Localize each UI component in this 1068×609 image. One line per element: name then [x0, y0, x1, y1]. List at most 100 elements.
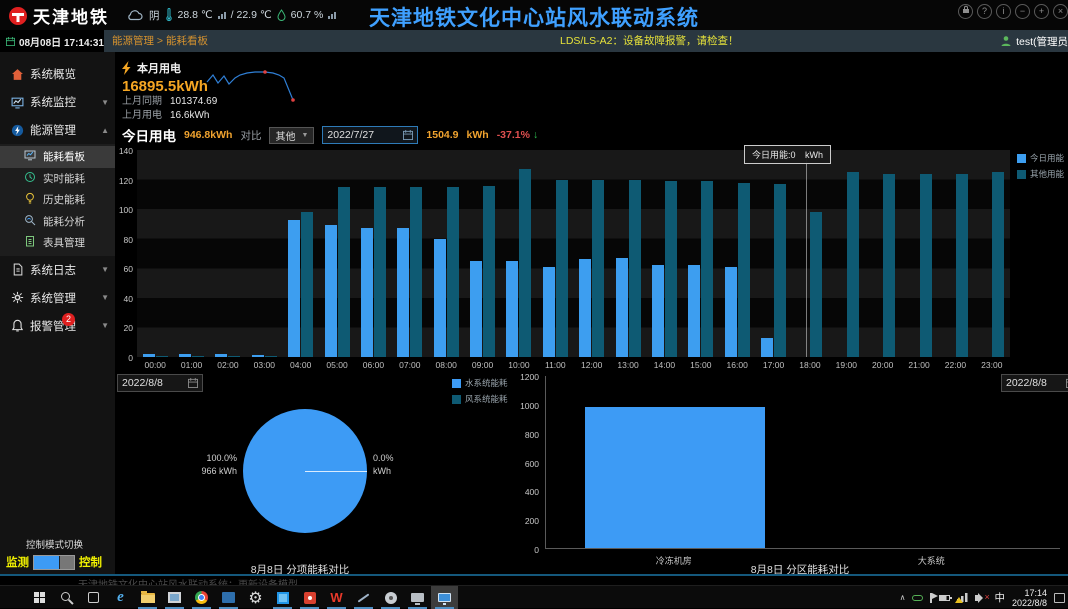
flag-tray-icon[interactable] [930, 593, 932, 603]
breadcrumb[interactable]: 能源管理 > 能耗看板 [112, 30, 208, 52]
compare-usage-unit: kWh [467, 129, 489, 141]
sidebar-item-报警管理[interactable]: 报警管理2▼ [0, 312, 115, 340]
tray-expand-icon[interactable]: ∧ [900, 593, 906, 602]
cloud-icon [126, 9, 144, 21]
sidebar-subitem-实时能耗[interactable]: 实时能耗 [0, 168, 115, 190]
home-icon [10, 68, 24, 81]
compare-date-input[interactable]: 2022/7/27 [322, 126, 418, 144]
sidebar-item-系统概览[interactable]: 系统概览 [0, 60, 115, 88]
bar-group-02:00[interactable] [210, 150, 246, 357]
close-icon[interactable]: × [1053, 4, 1068, 19]
bar-group-16:00[interactable] [719, 150, 755, 357]
bar-今日用能 [252, 355, 264, 357]
alarm-icon [10, 319, 24, 332]
sidebar-item-系统监控[interactable]: 系统监控▼ [0, 88, 115, 116]
today-chart-header: 今日用电 946.8kWh 对比 其他 ▼ 2022/7/27 1504.9 k… [122, 125, 538, 145]
maximize-icon[interactable]: + [1034, 4, 1049, 19]
draw-app-icon[interactable] [350, 586, 377, 609]
ime-indicator[interactable]: 中 [994, 590, 1005, 605]
device-alert[interactable]: LDS/LS-A2：设备故障报警，请检查！ [560, 30, 739, 52]
bar-group-21:00[interactable] [901, 150, 937, 357]
meter-icon [24, 235, 36, 250]
taskbar-clock[interactable]: 17:14 2022/8/8 [1012, 588, 1047, 608]
bar-其他用能 [228, 356, 240, 357]
bar-group-18:00[interactable] [792, 150, 828, 357]
legend-item-水系统能耗[interactable]: 水系统能耗 [452, 377, 508, 389]
minimize-icon[interactable]: − [1015, 4, 1030, 19]
bar-group-07:00[interactable] [392, 150, 428, 357]
bar-group-17:00[interactable] [755, 150, 791, 357]
bar-其他用能 [447, 187, 459, 357]
bar-group-10:00[interactable] [501, 150, 537, 357]
pie-date-input[interactable]: 2022/8/8 [117, 374, 203, 392]
clock-time: 17:14 [1012, 588, 1047, 598]
delta-down-icon: ↓ [533, 129, 538, 141]
search-button-icon[interactable] [53, 586, 80, 609]
x-tick-label: 14:00 [646, 360, 682, 370]
sidebar-item-系统日志[interactable]: 系统日志▼ [0, 256, 115, 284]
sidebar-subitem-能耗看板[interactable]: 能耗看板 [0, 146, 115, 168]
bar-group-01:00[interactable] [173, 150, 209, 357]
legend-item-其他用能[interactable]: 其他用能 [1017, 168, 1064, 180]
volume-muted-icon[interactable] [975, 595, 979, 601]
red-app-icon[interactable] [296, 586, 323, 609]
bar-group-03:00[interactable] [246, 150, 282, 357]
bar-group-09:00[interactable] [464, 150, 500, 357]
bar-group-06:00[interactable] [355, 150, 391, 357]
blue-app-icon[interactable] [215, 586, 242, 609]
chrome-browser-icon[interactable] [188, 586, 215, 609]
zone-chart-plot[interactable] [545, 376, 1060, 549]
bar-group-00:00[interactable] [137, 150, 173, 357]
legend-item-今日用能[interactable]: 今日用能 [1017, 152, 1064, 164]
link-tray-icon[interactable] [912, 595, 923, 601]
settings-app-icon[interactable]: ⚙ [242, 586, 269, 609]
pc-app-icon[interactable] [404, 586, 431, 609]
ie-browser-icon[interactable]: e [107, 586, 134, 609]
bar-group-04:00[interactable] [283, 150, 319, 357]
sidebar-subitem-能耗分析[interactable]: 能耗分析 [0, 211, 115, 233]
bar-其他用能 [338, 187, 350, 357]
bar-group-11:00[interactable] [537, 150, 573, 357]
sidebar-subitem-表具管理[interactable]: 表具管理 [0, 232, 115, 254]
sidebar-item-系统管理[interactable]: 系统管理▼ [0, 284, 115, 312]
zone-date-input[interactable]: 2022/8/8 [1001, 374, 1068, 392]
item-energy-pie[interactable] [243, 409, 367, 533]
disc-app-icon[interactable] [377, 586, 404, 609]
bar-其他用能 [992, 172, 1004, 357]
bar-group-05:00[interactable] [319, 150, 355, 357]
x-tick-label: 01:00 [173, 360, 209, 370]
bar-group-22:00[interactable] [937, 150, 973, 357]
user-box[interactable]: test(管理员 [1000, 30, 1068, 52]
bar-group-20:00[interactable] [865, 150, 901, 357]
bar-其他用能 [774, 184, 786, 357]
compare-select[interactable]: 其他 ▼ [269, 127, 314, 144]
file-explorer-icon[interactable] [134, 586, 161, 609]
sidebar-subitem-历史能耗[interactable]: 历史能耗 [0, 189, 115, 211]
photos-app-icon[interactable] [269, 586, 296, 609]
mode-toggle[interactable] [33, 555, 75, 570]
today-chart-plot[interactable]: 今日用能:0 kWh [137, 150, 1010, 357]
image-viewer-app-icon[interactable] [161, 586, 188, 609]
scada-monitor-app-icon[interactable] [431, 586, 458, 609]
bar-group-08:00[interactable] [428, 150, 464, 357]
legend-item-风系统能耗[interactable]: 风系统能耗 [452, 393, 508, 405]
bar-今日用能 [215, 354, 227, 357]
bar-group-15:00[interactable] [683, 150, 719, 357]
start-button-icon[interactable] [26, 586, 53, 609]
bar-group-19:00[interactable] [828, 150, 864, 357]
window-controls: ? i − + × [954, 4, 1068, 19]
info-icon[interactable]: i [996, 4, 1011, 19]
calendar-icon [6, 36, 15, 47]
sidebar-item-能源管理[interactable]: 能源管理▲ [0, 116, 115, 144]
bar-group-23:00[interactable] [974, 150, 1010, 357]
battery-icon[interactable] [939, 595, 950, 601]
bar-group-14:00[interactable] [646, 150, 682, 357]
help-icon[interactable]: ? [977, 4, 992, 19]
notification-center-icon[interactable] [1054, 593, 1065, 603]
wps-app-icon[interactable]: W [323, 586, 350, 609]
bar-group-12:00[interactable] [574, 150, 610, 357]
bar-group-13:00[interactable] [610, 150, 646, 357]
network-warning-icon[interactable] [957, 593, 968, 602]
lock-icon[interactable] [958, 4, 973, 19]
task-view-button-icon[interactable] [80, 586, 107, 609]
